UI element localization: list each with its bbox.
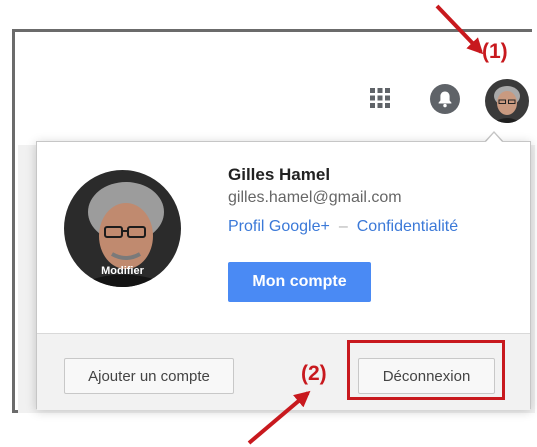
annotation-arrows	[247, 4, 484, 445]
annotation-arrow-2	[247, 390, 311, 445]
annotation-arrow-1	[435, 4, 484, 55]
